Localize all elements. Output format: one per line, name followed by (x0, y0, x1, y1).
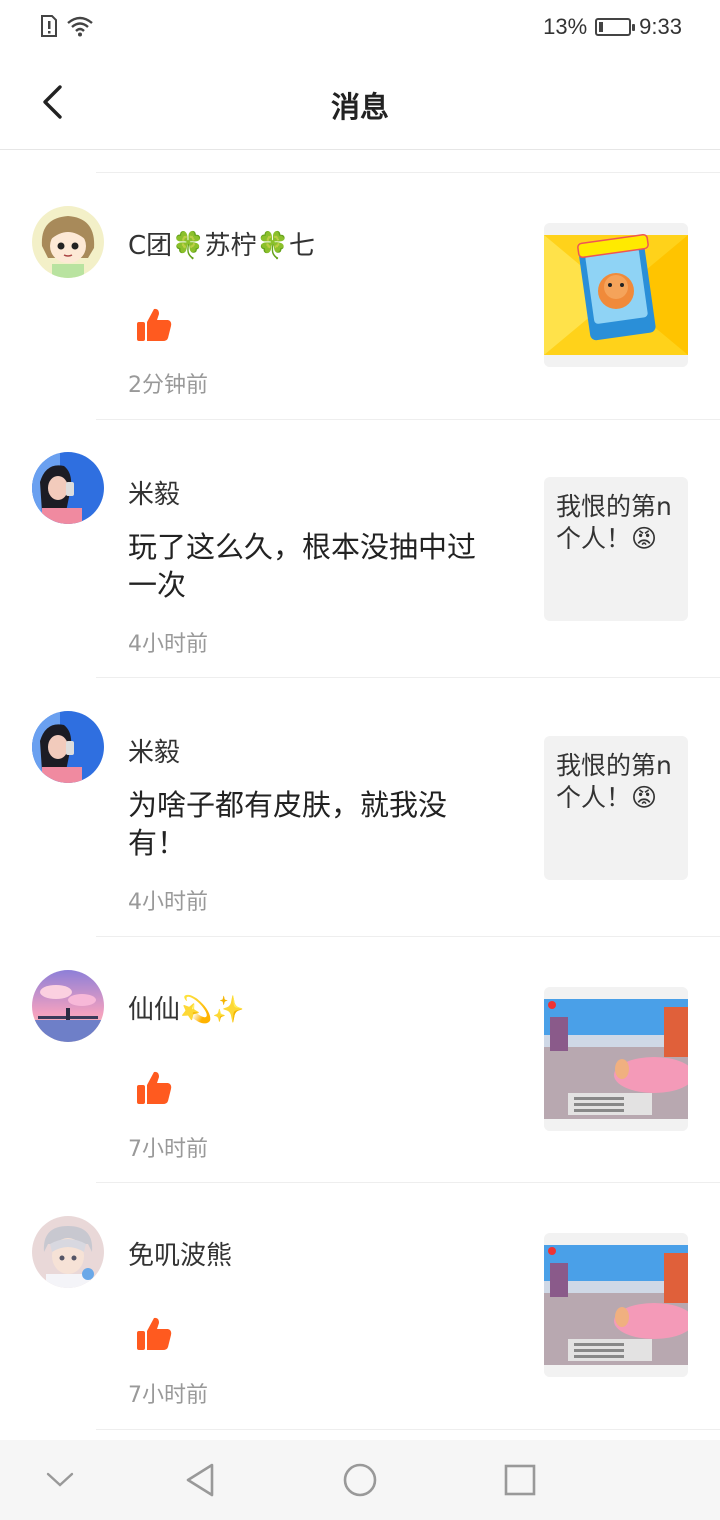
avatar[interactable] (32, 1216, 104, 1288)
avatar-girl-drinking-image (32, 452, 104, 524)
thumbnail-text: 我恨的第n个人！😡 (556, 751, 672, 812)
nav-back-button[interactable] (176, 1456, 224, 1504)
square-recents-icon (504, 1464, 536, 1496)
page-title: 消息 (330, 90, 389, 124)
thumbs-up-icon (137, 1071, 172, 1104)
post-thumbnail[interactable]: 我恨的第n个人！😡 (544, 736, 688, 880)
avatar-girl-drinking-image (32, 711, 104, 783)
message-item[interactable]: 米毅 为啥子都有皮肤，就我没有！ 4小时前 我恨的第n个人！😡 (0, 678, 720, 937)
post-thumbnail[interactable]: 我恨的第n个人！😡 (544, 477, 688, 621)
message-item[interactable]: 免叽波熊 7小时前 (0, 1183, 720, 1430)
game-card-image (544, 223, 688, 367)
username[interactable]: 米毅 (128, 474, 180, 511)
nav-home-button[interactable] (336, 1456, 384, 1504)
sim-alert-icon (41, 15, 57, 37)
avatar-sunset-sky-image (32, 970, 104, 1042)
thumbs-up-icon (137, 1317, 172, 1350)
avatar-anime-boy-image (32, 1216, 104, 1288)
post-thumbnail[interactable] (544, 987, 688, 1131)
chevron-down-icon (46, 1472, 74, 1487)
triangle-back-icon (186, 1463, 214, 1497)
post-thumbnail[interactable] (544, 1233, 688, 1377)
header: 消息 (0, 56, 720, 150)
status-bar: 13% 9:33 (0, 0, 720, 56)
username[interactable]: 免叽波熊 (128, 1235, 232, 1272)
post-thumbnail[interactable] (544, 223, 688, 367)
timestamp: 4小时前 (128, 632, 208, 657)
clock: 9:33 (639, 14, 682, 39)
username[interactable]: C团🍀苏柠🍀七 (128, 225, 315, 262)
username[interactable]: 米毅 (128, 732, 180, 769)
battery-icon (595, 18, 636, 36)
thumbnail-text: 我恨的第n个人！😡 (556, 492, 672, 553)
divider (96, 1429, 720, 1430)
timestamp: 2分钟前 (128, 373, 208, 398)
status-icons-right: 13% 9:33 (543, 14, 682, 40)
timestamp: 7小时前 (128, 1383, 208, 1408)
message-item[interactable]: C团🍀苏柠🍀七 2分钟前 (0, 173, 720, 420)
username[interactable]: 仙仙💫✨ (128, 989, 245, 1026)
nav-collapse-button[interactable] (36, 1456, 84, 1504)
comment-text: 玩了这么久，根本没抽中过一次 (128, 530, 477, 602)
timestamp: 7小时前 (128, 1137, 208, 1162)
message-item[interactable]: 米毅 玩了这么久，根本没抽中过一次 4小时前 我恨的第n个人！😡 (0, 420, 720, 678)
avatar-anime-girl-image (32, 206, 104, 278)
game-screenshot-image (544, 987, 688, 1131)
thumbs-up-icon (137, 308, 172, 341)
wifi-icon (67, 16, 93, 37)
system-nav-bar (0, 1440, 720, 1520)
game-screenshot-image (544, 1233, 688, 1377)
nav-recents-button[interactable] (496, 1456, 544, 1504)
avatar[interactable] (32, 970, 104, 1042)
circle-home-icon (343, 1463, 377, 1497)
status-icons-left (40, 14, 94, 38)
avatar[interactable] (32, 206, 104, 278)
avatar[interactable] (32, 711, 104, 783)
message-item[interactable]: 仙仙💫✨ 7小时前 (0, 937, 720, 1183)
comment-text: 为啥子都有皮肤，就我没有！ (128, 788, 448, 860)
battery-percent: 13% (543, 14, 588, 39)
avatar[interactable] (32, 452, 104, 524)
timestamp: 4小时前 (128, 890, 208, 915)
